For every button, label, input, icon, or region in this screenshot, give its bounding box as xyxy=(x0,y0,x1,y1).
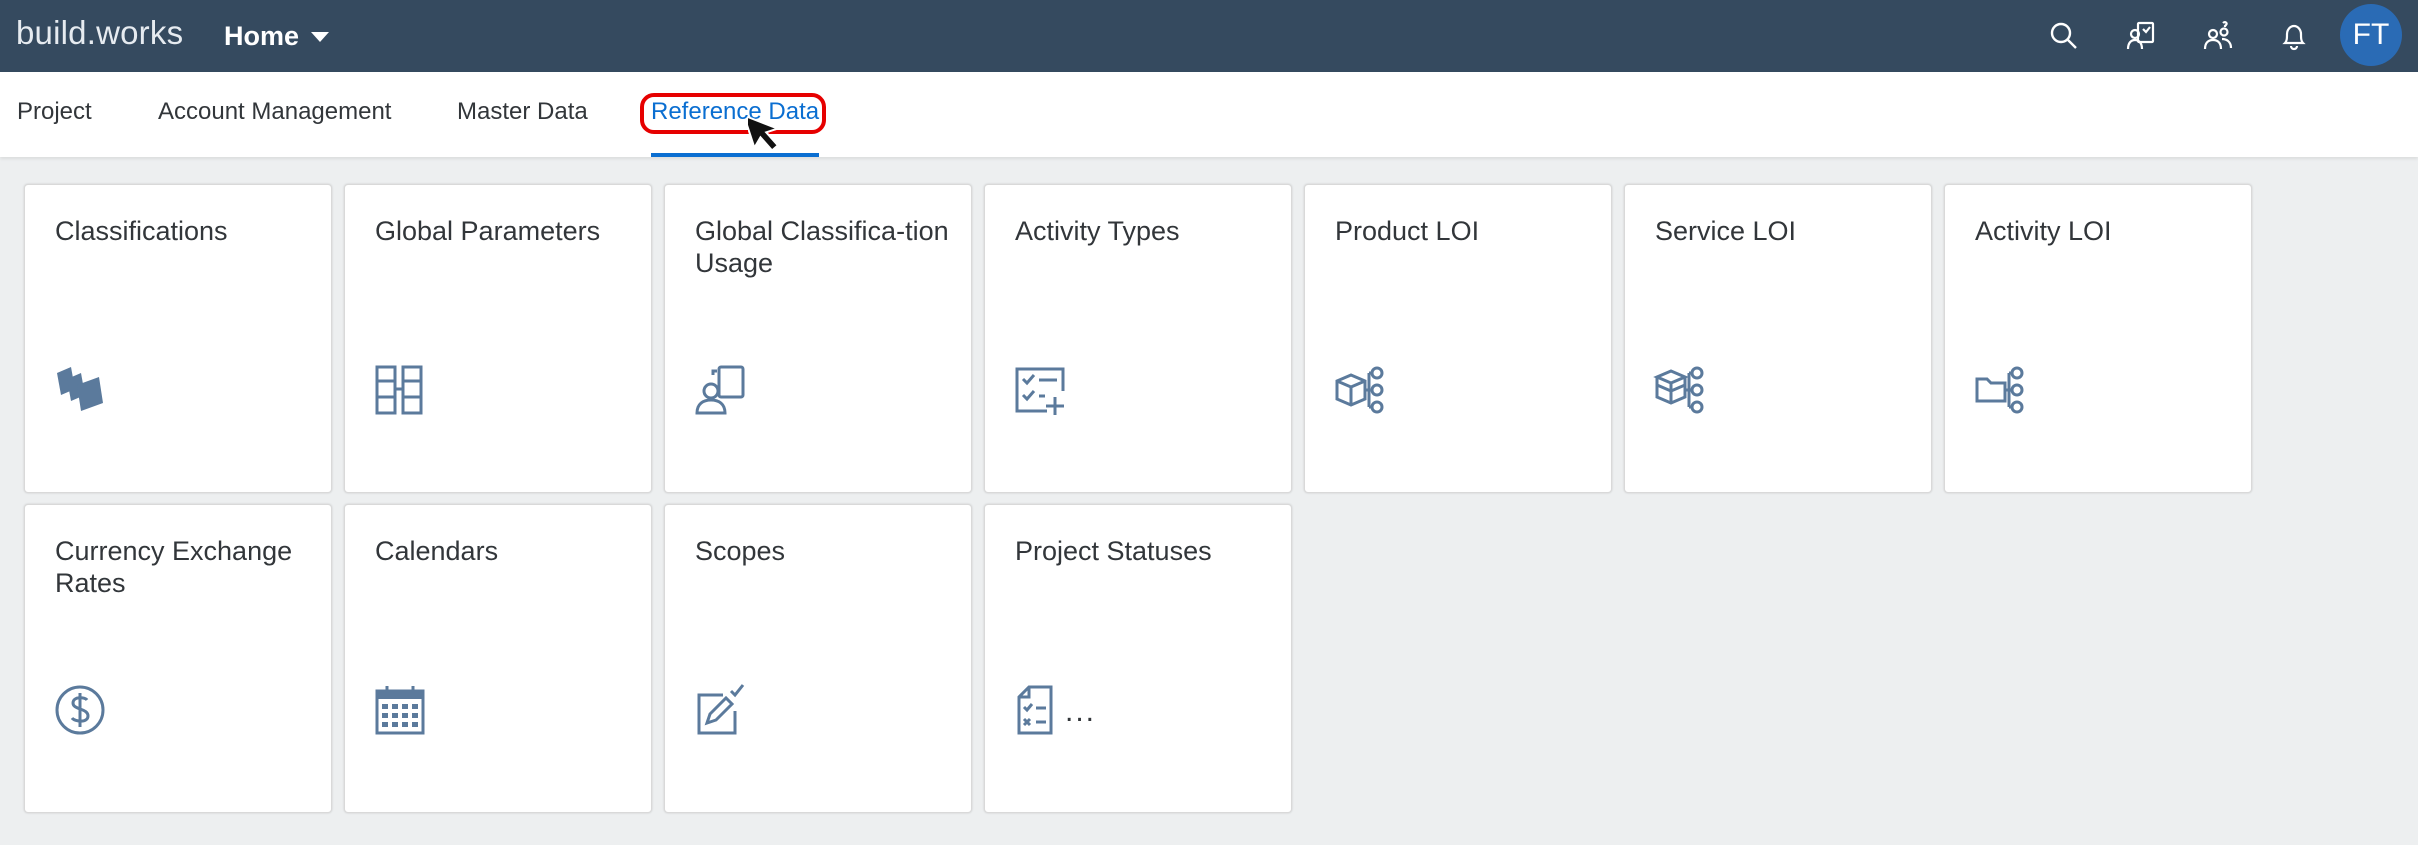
box-hierarchy-icon xyxy=(1653,363,1707,417)
tile-product-loi[interactable]: Product LOI xyxy=(1304,184,1612,493)
tile-title: Activity LOI xyxy=(1975,216,2112,246)
tab-reference-data[interactable]: Reference Data xyxy=(651,98,819,126)
tile-global-parameters[interactable]: Global Parameters xyxy=(344,184,652,493)
shell-bar: build.works Home FT xyxy=(0,0,2418,72)
tile-scopes[interactable]: Scopes xyxy=(664,504,972,813)
chevron-down-icon xyxy=(311,32,330,42)
tile-title: Service LOI xyxy=(1655,216,1797,246)
tile-activity-types[interactable]: Activity Types xyxy=(984,184,1292,493)
grid-parameters-icon xyxy=(373,363,427,417)
tile-title: Scopes xyxy=(695,536,786,566)
tile-calendars[interactable]: Calendars xyxy=(344,504,652,813)
tile-title: Currency Exchange Rates xyxy=(55,536,293,598)
team-icon xyxy=(2203,21,2233,50)
tile-title: Classifications xyxy=(55,216,228,246)
tab-account-management[interactable]: Account Management xyxy=(158,98,391,126)
tile-title: Calendars xyxy=(375,536,499,566)
tab-master-data[interactable]: Master Data xyxy=(457,98,588,126)
tab-bar: Project Account Management Master Data R… xyxy=(0,72,2418,157)
selected-tab-indicator xyxy=(651,153,819,157)
home-menu-label: Home xyxy=(224,20,300,51)
user-documents-icon xyxy=(693,363,747,417)
brand-logo[interactable]: build.works xyxy=(16,14,183,52)
bell-icon xyxy=(2282,24,2306,51)
user-avatar[interactable]: FT xyxy=(2340,4,2402,66)
calendar-icon xyxy=(373,683,427,737)
folder-hierarchy-icon xyxy=(1973,363,2027,417)
document-checklist-icon xyxy=(1013,683,1067,737)
user-help-icon xyxy=(2126,21,2155,50)
tile-activity-loi[interactable]: Activity LOI xyxy=(1944,184,2252,493)
search-button[interactable] xyxy=(2041,13,2087,59)
edit-check-icon xyxy=(693,683,747,737)
tile-service-loi[interactable]: Service LOI xyxy=(1624,184,1932,493)
stacked-layers-icon xyxy=(53,363,107,417)
tile-project-statuses[interactable]: Project Statuses ... xyxy=(984,504,1292,813)
tile-title: Global Classifica-tion Usage xyxy=(695,216,949,278)
tile-title: Activity Types xyxy=(1015,216,1180,246)
tile-title: Project Statuses xyxy=(1015,536,1212,566)
notifications-button[interactable] xyxy=(2271,13,2317,59)
tile-currency-exchange-rates[interactable]: Currency Exchange Rates xyxy=(24,504,332,813)
home-menu-button[interactable]: Home xyxy=(224,18,330,54)
more-indicator: ... xyxy=(1065,695,1097,728)
tile-classifications[interactable]: Classifications xyxy=(24,184,332,493)
cube-hierarchy-icon xyxy=(1333,363,1387,417)
tile-title: Global Parameters xyxy=(375,216,601,246)
team-button[interactable] xyxy=(2195,13,2241,59)
tile-title: Product LOI xyxy=(1335,216,1480,246)
help-button[interactable] xyxy=(2118,13,2164,59)
tile-global-classification-usage[interactable]: Global Classifica-tion Usage xyxy=(664,184,972,493)
dollar-circle-icon xyxy=(53,683,107,737)
tab-project[interactable]: Project xyxy=(17,98,92,126)
search-icon xyxy=(2050,22,2077,49)
checklist-add-icon xyxy=(1013,363,1067,417)
